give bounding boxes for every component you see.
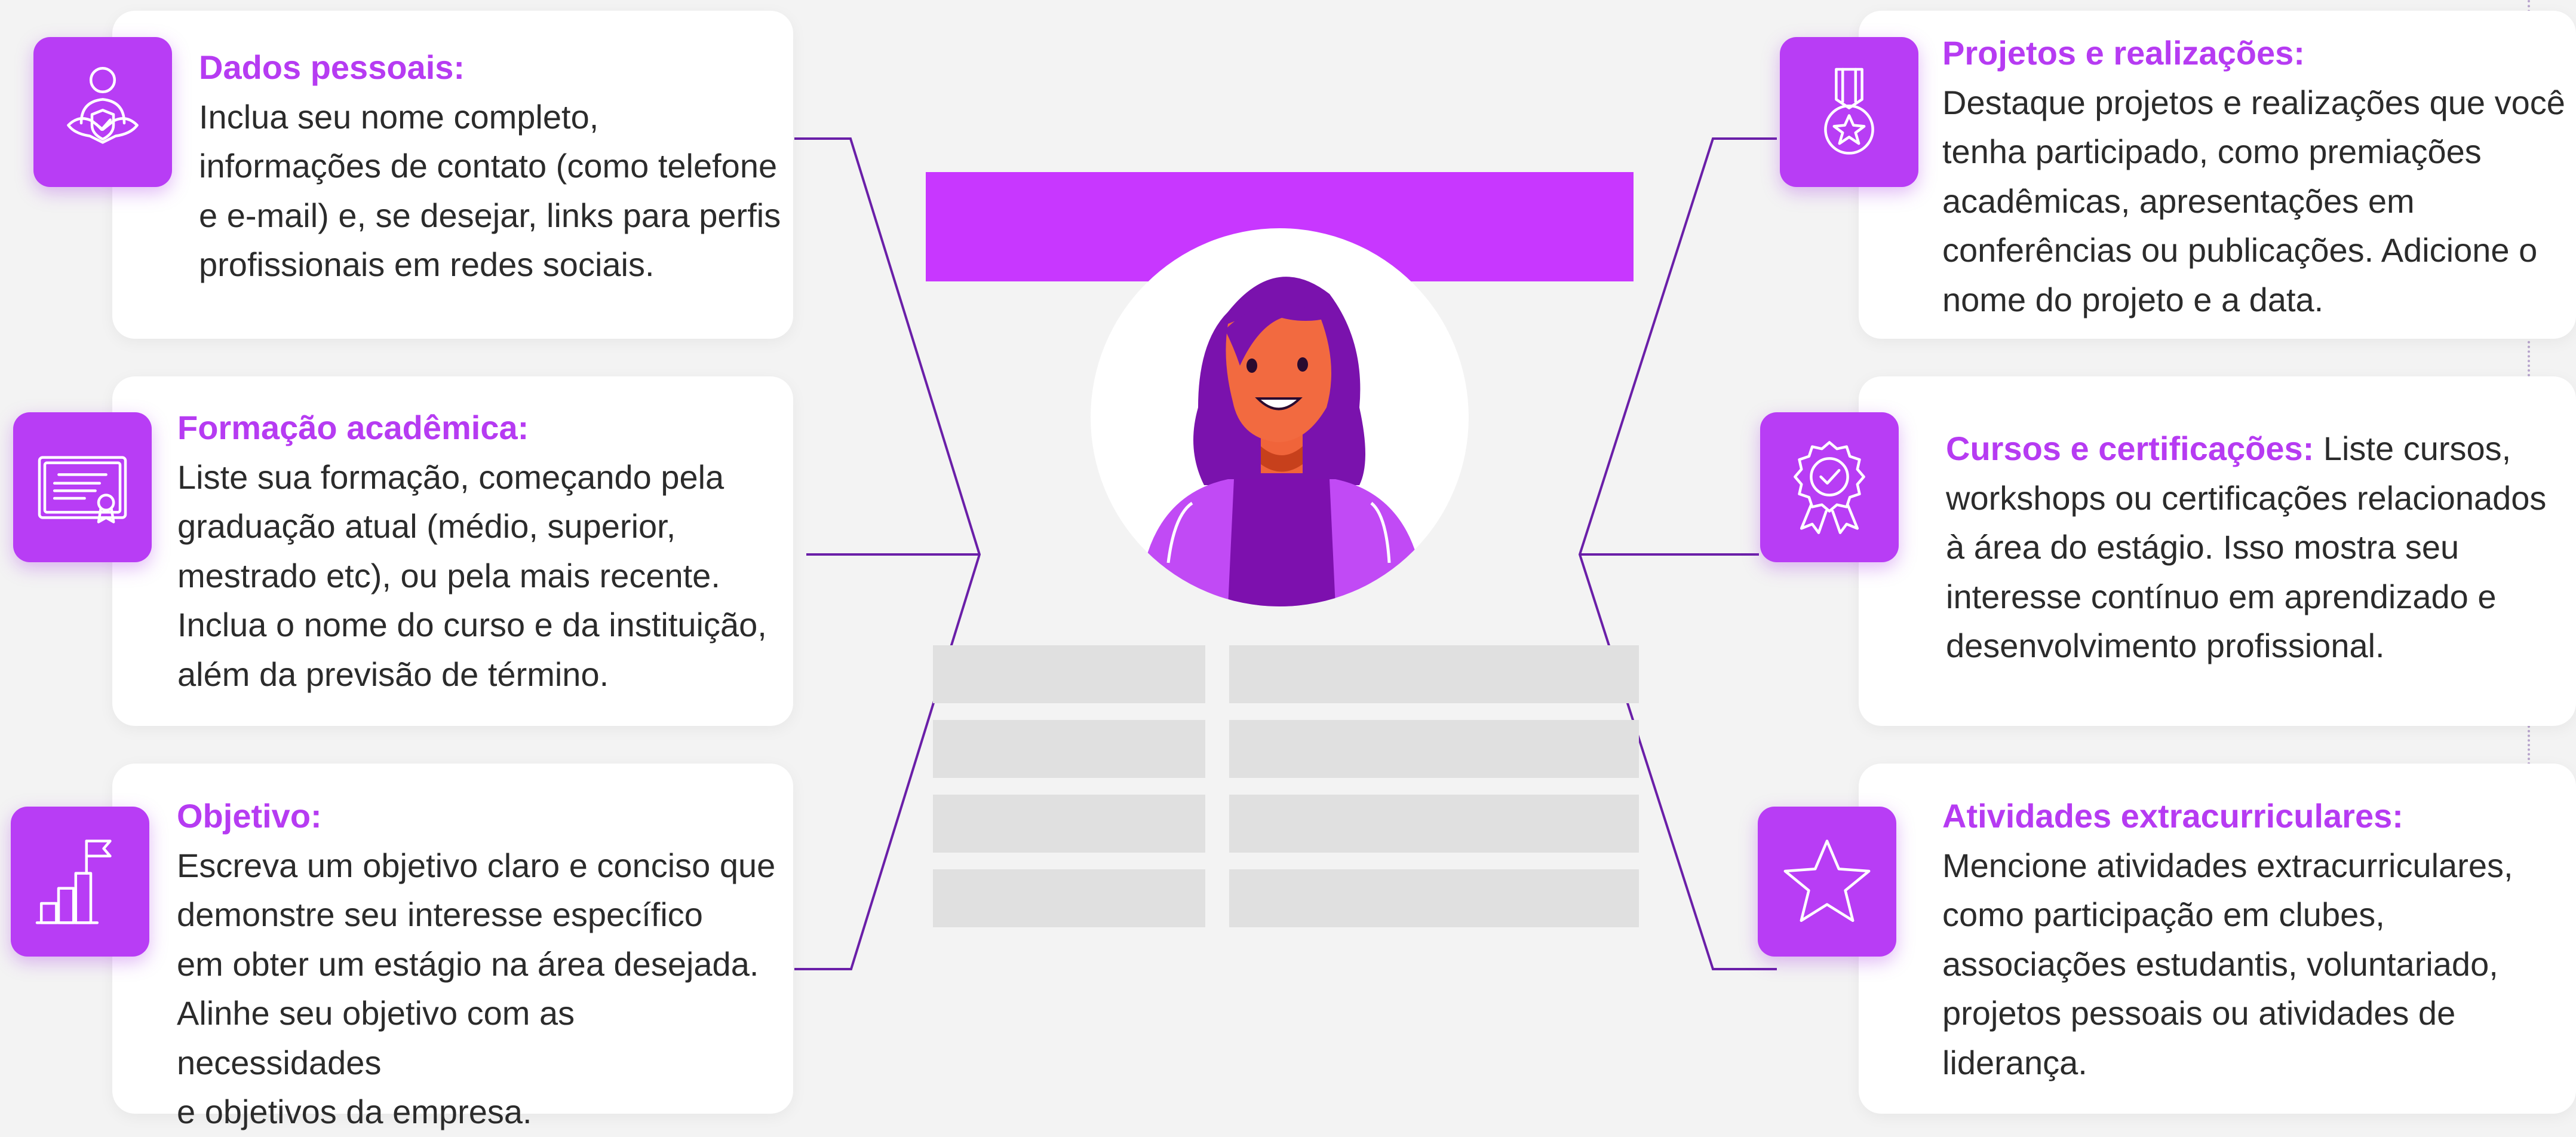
star-icon: [1783, 839, 1871, 922]
text-line: à área do estágio. Isso mostra seu: [1946, 528, 2460, 566]
text-line: nome do projeto e a data.: [1942, 280, 2324, 318]
text-line: como participação em clubes,: [1942, 896, 2385, 933]
resume-placeholder-block: [1229, 720, 1639, 778]
card-title: Atividades extracurriculares:: [1942, 797, 2403, 835]
card-text: Objetivo: Escreva um objetivo claro e co…: [177, 792, 780, 1137]
card-title: Formação acadêmica:: [177, 409, 529, 446]
card-text: Projetos e realizações: Destaque projeto…: [1942, 29, 2569, 324]
card-text: Formação acadêmica: Liste sua formação, …: [177, 403, 781, 699]
text-line: Alinhe seu objetivo com as necessidades: [177, 994, 575, 1081]
text-line: e e-mail) e, se desejar, links para perf…: [199, 196, 781, 234]
avatar: [1091, 228, 1469, 606]
text-line: Escreva um objetivo claro e conciso que: [177, 846, 776, 884]
resume-placeholder-block: [933, 795, 1205, 853]
icon-box: [33, 37, 172, 187]
text-line: tenha participado, como premiações: [1942, 133, 2482, 170]
text-line: interesse contínuo em aprendizado e: [1946, 577, 2497, 615]
text-line: conferências ou publicações. Adicione o: [1942, 231, 2538, 269]
text-line: Mencione atividades extracurriculares,: [1942, 846, 2513, 884]
diploma-certificate-icon: [38, 455, 127, 523]
text-line: demonstre seu interesse específico: [177, 896, 703, 933]
icon-box: [1758, 807, 1896, 957]
card-text: Dados pessoais: Inclua seu nome completo…: [199, 43, 784, 290]
person-shield-icon: [67, 66, 139, 144]
text-line: em obter um estágio na área desejada.: [177, 945, 759, 983]
text-line: projetos pessoais ou atividades de: [1942, 994, 2456, 1032]
badge-ribbon-check-icon: [1794, 440, 1865, 534]
card-text: Cursos e certificações: Liste cursos, wo…: [1946, 424, 2573, 671]
goal-chart-flag-icon: [35, 839, 112, 924]
resume-placeholder-block: [1229, 645, 1639, 703]
text-line: graduação atual (médio, superior,: [177, 507, 676, 545]
card-title: Dados pessoais:: [199, 48, 465, 86]
text-line: informações de contato (como telefone: [199, 147, 778, 185]
icon-box: [1760, 412, 1899, 562]
resume-placeholder-block: [933, 869, 1205, 927]
text-line: liderança.: [1942, 1043, 2087, 1081]
text-line: Liste sua formação, começando pela: [177, 458, 724, 496]
text-line: workshops ou certificações relacionados: [1946, 479, 2547, 517]
resume-placeholder-block: [1229, 869, 1639, 927]
text-line: Inclua o nome do curso e da instituição,: [177, 606, 767, 643]
card-title: Cursos e certificações:: [1946, 430, 2314, 467]
resume-placeholder-block: [1229, 795, 1639, 853]
text-line: profissionais em redes sociais.: [199, 246, 655, 283]
text-line: e objetivos da empresa.: [177, 1093, 532, 1130]
card-text: Atividades extracurriculares: Mencione a…: [1942, 792, 2569, 1087]
card-title: Projetos e realizações:: [1942, 34, 2305, 72]
text-line: desenvolvimento profissional.: [1946, 627, 2385, 664]
resume-placeholder-block: [933, 645, 1205, 703]
medal-star-icon: [1824, 68, 1874, 155]
text-line-rest: Liste cursos,: [2314, 430, 2511, 467]
text-line: mestrado etc), ou pela mais recente.: [177, 556, 720, 594]
text-line: Inclua seu nome completo,: [199, 97, 599, 136]
text-line: associações estudantis, voluntariado,: [1942, 945, 2498, 983]
resume-placeholder-block: [933, 720, 1205, 778]
icon-box: [11, 807, 149, 957]
card-title: Objetivo:: [177, 797, 322, 835]
icon-box: [13, 412, 152, 562]
text-line: além da previsão de término.: [177, 655, 609, 693]
woman-avatar-illustration: [1138, 277, 1425, 606]
text-line-first: Cursos e certificações: Liste cursos,: [1946, 424, 2573, 474]
text-line: acadêmicas, apresentações em: [1942, 182, 2415, 220]
icon-box: [1780, 37, 1918, 187]
text-line: Destaque projetos e realizações que você: [1942, 83, 2565, 121]
